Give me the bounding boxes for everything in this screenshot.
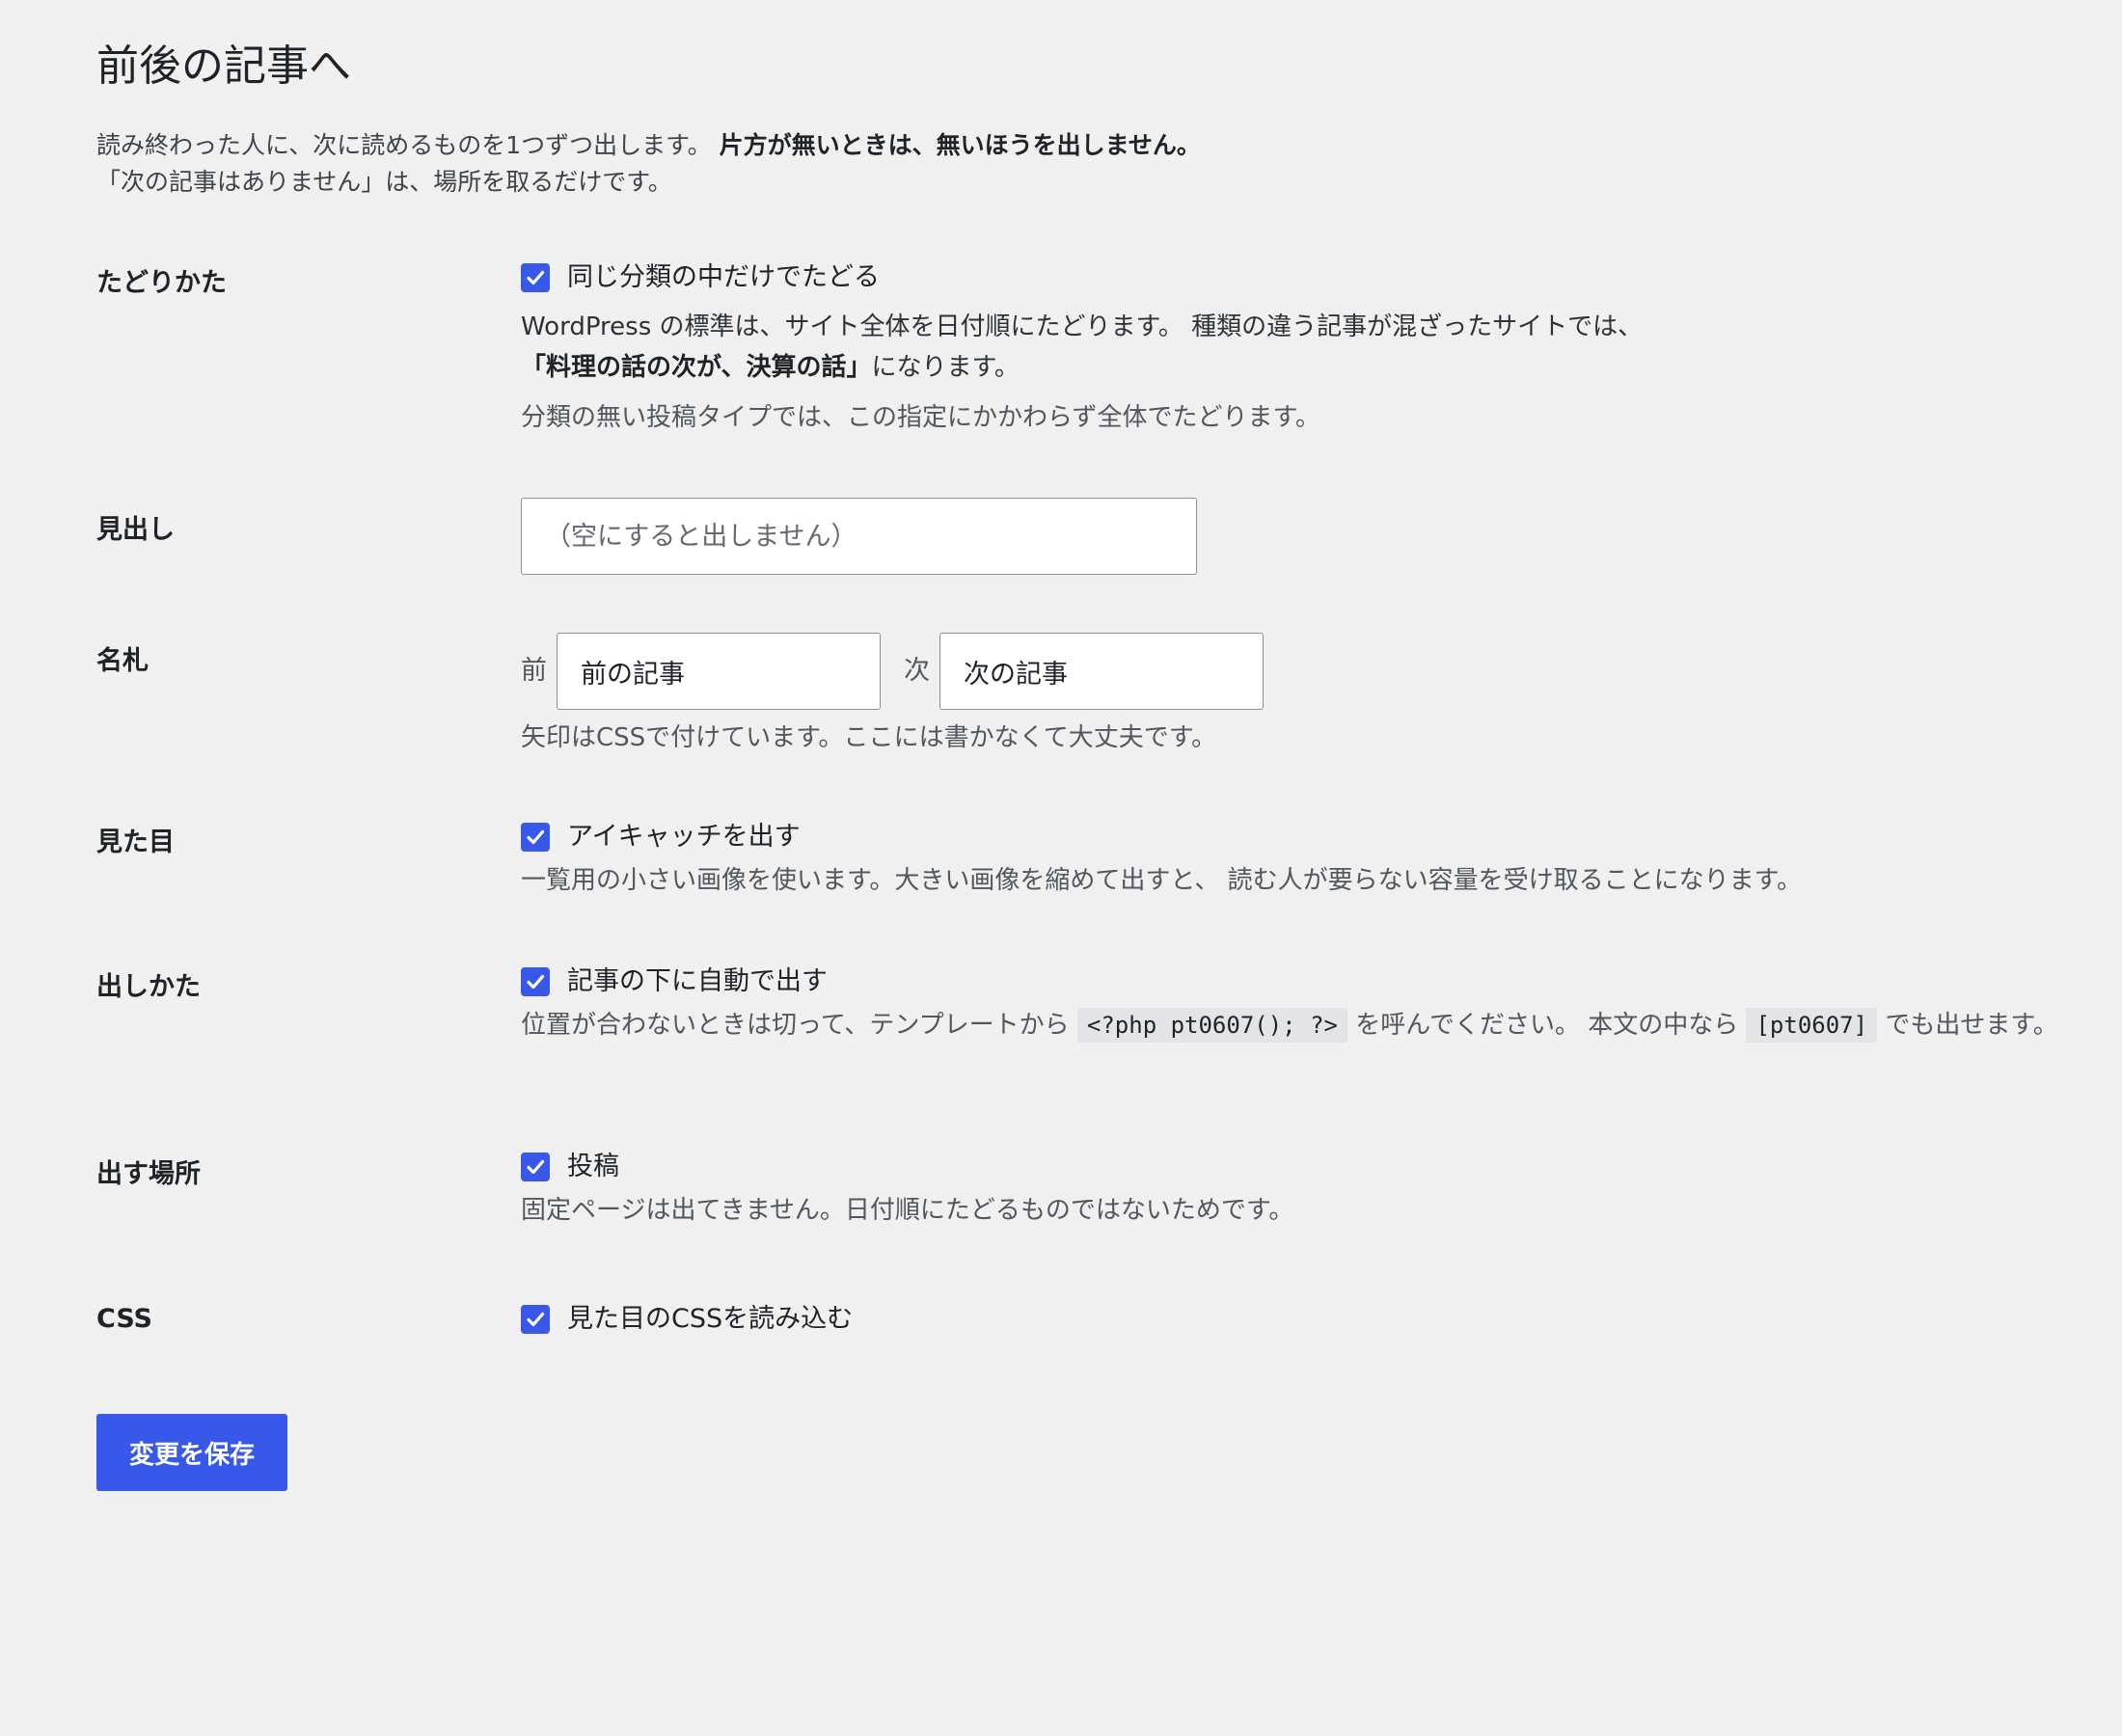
appearance-option[interactable]: アイキャッチを出す — [521, 818, 2122, 856]
field-heading — [521, 498, 2122, 575]
location-checkbox[interactable] — [521, 1153, 550, 1181]
check-icon — [527, 1312, 545, 1327]
field-taxonomy: 同じ分類の中だけでたどる WordPress の標準は、サイト全体を日付順にたど… — [521, 258, 2122, 438]
check-icon — [527, 974, 545, 990]
taxonomy-note: 分類の無い投稿タイプでは、この指定にかかわらず全体でたどります。 — [521, 403, 1320, 432]
field-location: 投稿 固定ページは出てきません。日付順にたどるものではないためです。 — [521, 1148, 2122, 1231]
css-checkbox[interactable] — [521, 1305, 550, 1334]
taxonomy-checkbox-label[interactable]: 同じ分類の中だけでたどる — [567, 258, 880, 297]
prev-label: 前 — [521, 656, 547, 686]
location-desc: 固定ページは出てきません。日付順にたどるものではないためです。 — [521, 1196, 1294, 1225]
placement-desc-before: 位置が合わないときは切って、テンプレートから — [521, 1011, 1070, 1040]
save-button[interactable]: 変更を保存 — [96, 1414, 287, 1491]
placement-desc-middle: を呼んでください。 本文の中なら — [1355, 1011, 1739, 1040]
taxonomy-desc-tail: になります。 — [871, 353, 1020, 382]
shortcode-snippet: [pt0607] — [1746, 1008, 1878, 1043]
next-label-input[interactable] — [939, 633, 1264, 710]
appearance-checkbox[interactable] — [521, 823, 550, 852]
row-label-taxonomy: たどりかた — [96, 268, 227, 298]
placement-desc-after: でも出せます。 — [1885, 1011, 2058, 1040]
field-nametag: 前 次 矢印はCSSで付けています。ここには書かなくて大丈夫です。 — [521, 633, 2122, 758]
taxonomy-option[interactable]: 同じ分類の中だけでたどる — [521, 258, 2122, 297]
intro-text: 読み終わった人に、次に読めるものを1つずつ出します。 片方が無いときは、無いほう… — [96, 127, 1201, 201]
intro-line2: 「次の記事はありません」は、場所を取るだけです。 — [96, 168, 672, 196]
location-checkbox-label[interactable]: 投稿 — [567, 1148, 619, 1186]
appearance-desc: 一覧用の小さい画像を使います。大きい画像を縮めて出すと、 読む人が要らない容量を… — [521, 866, 1803, 895]
field-css: 見た目のCSSを読み込む — [521, 1300, 2122, 1339]
placement-checkbox[interactable] — [521, 967, 550, 996]
intro-line1: 読み終わった人に、次に読めるものを1つずつ出します。 — [96, 131, 712, 159]
prev-label-input[interactable] — [557, 633, 881, 710]
appearance-checkbox-label[interactable]: アイキャッチを出す — [567, 818, 801, 856]
css-option[interactable]: 見た目のCSSを読み込む — [521, 1300, 2122, 1339]
next-label: 次 — [904, 656, 930, 686]
row-label-placement: 出しかた — [96, 972, 201, 1002]
taxonomy-desc-line2: 「料理の話の次が、決算の話」になります。 — [521, 347, 2122, 388]
field-placement: 記事の下に自動で出す 位置が合わないときは切って、テンプレートから <?php … — [521, 963, 2122, 1045]
check-icon — [527, 829, 545, 845]
location-option[interactable]: 投稿 — [521, 1148, 2122, 1186]
placement-desc: 位置が合わないときは切って、テンプレートから <?php pt0607(); ?… — [521, 1005, 2122, 1045]
row-label-location: 出す場所 — [96, 1159, 201, 1189]
row-label-nametag: 名札 — [96, 646, 149, 676]
intro-line1-bold: 片方が無いときは、無いほうを出しません。 — [719, 131, 1201, 159]
php-code-snippet: <?php pt0607(); ?> — [1076, 1008, 1347, 1043]
row-label-heading: 見出し — [96, 515, 175, 545]
nametag-desc: 矢印はCSSで付けています。ここには書かなくて大丈夫です。 — [521, 723, 1217, 752]
row-label-appearance: 見た目 — [96, 827, 175, 857]
heading-input[interactable] — [521, 498, 1197, 575]
check-icon — [527, 270, 545, 285]
field-appearance: アイキャッチを出す 一覧用の小さい画像を使います。大きい画像を縮めて出すと、 読… — [521, 818, 2122, 901]
placement-option[interactable]: 記事の下に自動で出す — [521, 963, 2122, 1001]
taxonomy-desc-bold: 「料理の話の次が、決算の話」 — [521, 353, 872, 382]
taxonomy-checkbox[interactable] — [521, 263, 550, 292]
taxonomy-desc-line1: WordPress の標準は、サイト全体を日付順にたどります。 種類の違う記事が… — [521, 312, 1644, 341]
page-title: 前後の記事へ — [96, 41, 351, 91]
placement-checkbox-label[interactable]: 記事の下に自動で出す — [567, 963, 828, 1001]
check-icon — [527, 1159, 545, 1175]
css-checkbox-label[interactable]: 見た目のCSSを読み込む — [567, 1300, 853, 1339]
row-label-css: CSS — [96, 1304, 152, 1334]
